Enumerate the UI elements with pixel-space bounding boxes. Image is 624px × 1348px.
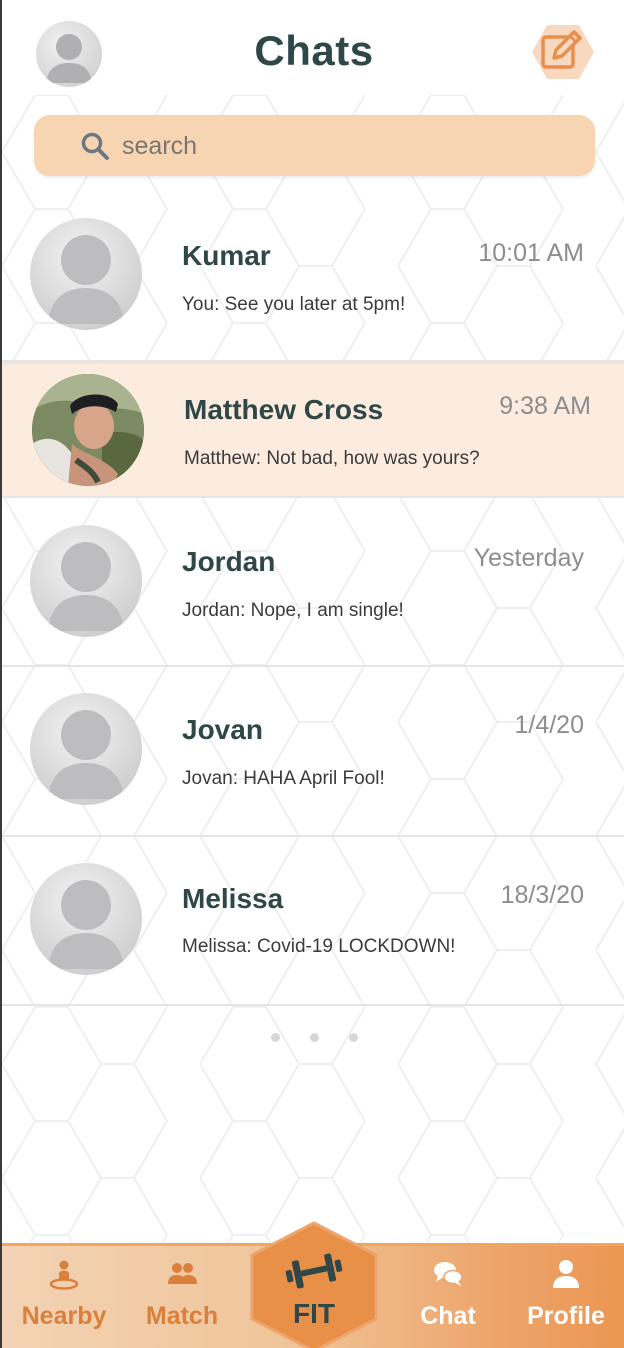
chat-name: Jordan: [182, 546, 276, 577]
nav-label: Chat: [420, 1302, 476, 1330]
chat-row-kumar[interactable]: Kumar 10:01 AM You: See you later at 5pm…: [2, 194, 624, 362]
chat-time: 1/4/20: [514, 711, 584, 739]
chat-row-jordan[interactable]: Jordan Yesterday Jordan: Nope, I am sing…: [2, 498, 624, 667]
nav-item-nearby[interactable]: Nearby: [4, 1246, 124, 1348]
pager-dot[interactable]: [310, 1033, 319, 1042]
search-input[interactable]: [122, 127, 562, 165]
avatar: [30, 218, 142, 330]
users-icon: [168, 1263, 197, 1284]
user-placeholder-icon: [48, 880, 124, 969]
chat-name: Jovan: [182, 714, 263, 745]
avatar: [30, 525, 142, 637]
nav-item-fit[interactable]: FIT: [248, 1221, 380, 1348]
nav-item-chat[interactable]: Chat: [388, 1246, 508, 1348]
user-placeholder-icon: [48, 235, 124, 324]
chat-name: Matthew Cross: [184, 394, 384, 425]
pager-dot[interactable]: [349, 1033, 358, 1042]
user-placeholder-icon: [48, 710, 124, 799]
avatar: [30, 863, 142, 975]
profile-user-icon: [553, 1260, 579, 1288]
nav-label: FIT: [293, 1298, 335, 1329]
pager-dots: [2, 1030, 624, 1044]
location-person-icon: [49, 1260, 79, 1290]
chat-message-preview: Jordan: Nope, I am single!: [182, 600, 404, 621]
chat-message-preview: Jovan: HAHA April Fool!: [182, 768, 385, 789]
chat-time: 9:38 AM: [499, 392, 591, 420]
edit-compose-icon: [532, 25, 594, 79]
page-title: Chats: [254, 27, 374, 74]
chat-message-preview: Melissa: Covid-19 LOCKDOWN!: [182, 936, 456, 957]
search-bar: [34, 115, 595, 176]
chat-row-jovan[interactable]: Jovan 1/4/20 Jovan: HAHA April Fool!: [2, 667, 624, 837]
chat-bubbles-icon: [434, 1262, 463, 1286]
search-icon: [81, 132, 109, 160]
chat-row-melissa[interactable]: Melissa 18/3/20 Melissa: Covid-19 LOCKDO…: [2, 837, 624, 1006]
chat-message-preview: Matthew: Not bad, how was yours?: [184, 448, 480, 469]
chat-list: Kumar 10:01 AM You: See you later at 5pm…: [2, 194, 624, 1006]
user-placeholder-icon: [48, 542, 124, 631]
dumbbell-icon: [285, 1253, 343, 1289]
avatar: [32, 374, 144, 486]
nav-label: Nearby: [21, 1302, 107, 1330]
avatar: [30, 693, 142, 805]
header: Chats: [2, 0, 624, 100]
nav-label: Match: [145, 1302, 219, 1330]
chat-name: Melissa: [182, 883, 284, 914]
chat-time: 10:01 AM: [478, 239, 584, 267]
nav-item-match[interactable]: Match: [122, 1246, 242, 1348]
pager-dot[interactable]: [271, 1033, 280, 1042]
profile-photo-image: [32, 374, 144, 486]
chat-row-matthew-cross[interactable]: Matthew Cross 9:38 AM Matthew: Not bad, …: [2, 362, 624, 498]
nav-label: Profile: [527, 1302, 605, 1330]
chat-message-preview: You: See you later at 5pm!: [182, 294, 406, 315]
chat-time: Yesterday: [473, 544, 584, 572]
chat-name: Kumar: [182, 240, 271, 271]
bottom-nav: Nearby Match FIT Chat Profile: [2, 1221, 624, 1348]
nav-item-profile[interactable]: Profile: [506, 1246, 624, 1348]
compose-button[interactable]: [532, 24, 594, 80]
chat-time: 18/3/20: [500, 881, 584, 909]
